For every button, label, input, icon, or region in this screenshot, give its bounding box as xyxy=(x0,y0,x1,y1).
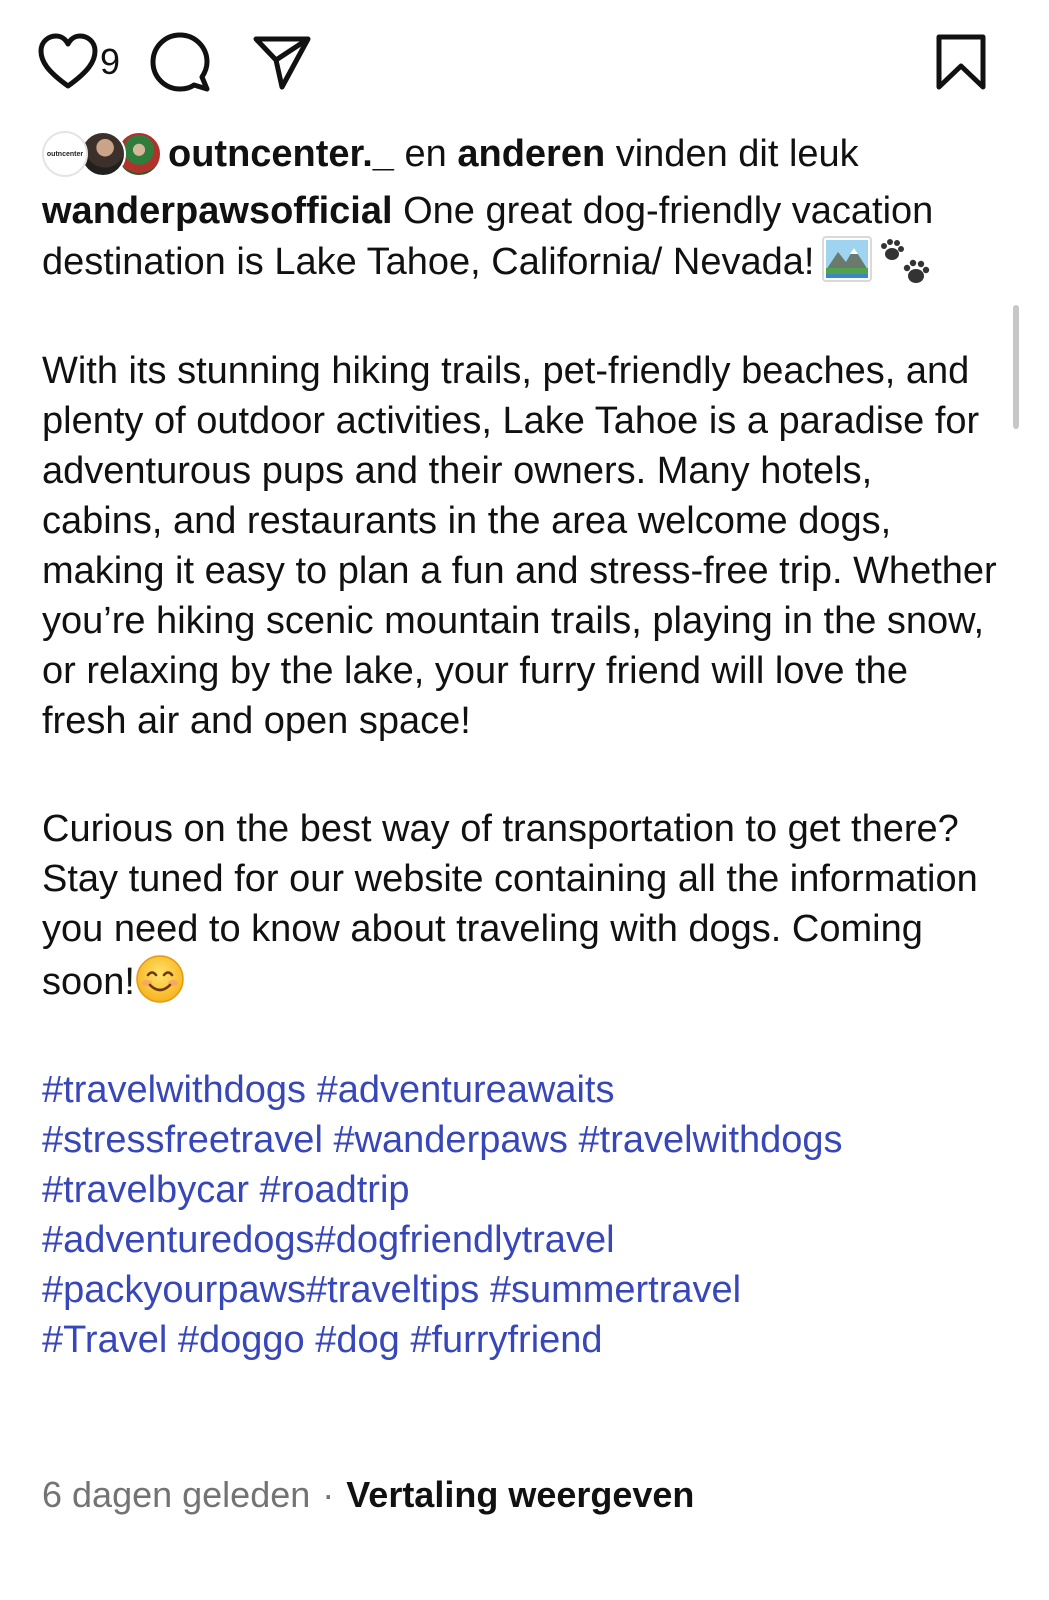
hashtag-link[interactable]: #roadtrip xyxy=(260,1169,410,1211)
post-footer: 6 dagen geleden · Vertaling weergeven xyxy=(42,1470,694,1520)
hashtag-link[interactable]: #traveltips xyxy=(306,1269,479,1311)
caption-paragraph-1: With its stunning hiking trails, pet-fri… xyxy=(42,350,997,742)
liked-by-line[interactable]: outncenter outncenter._ en anderen vinde… xyxy=(42,124,1009,184)
hashtag-link[interactable]: #packyourpaws xyxy=(42,1269,306,1311)
likes-connector: en xyxy=(393,132,458,175)
post-details: 9 outncenter outncenter._ en anderen vin… xyxy=(0,0,1049,1600)
hashtag-line: #travelbycar #roadtrip xyxy=(42,1165,1002,1215)
hashtag-link[interactable]: #travelbycar xyxy=(42,1169,249,1211)
post-action-bar: 9 xyxy=(36,30,989,94)
hashtag-link[interactable]: #adventureawaits xyxy=(317,1069,615,1111)
hashtag-link[interactable]: #wanderpaws xyxy=(333,1119,567,1161)
hashtag-link[interactable]: #furryfriend xyxy=(410,1319,602,1361)
mountain-emoji xyxy=(822,236,873,282)
caption-intro-paragraph: wanderpawsofficial One great dog-friendl… xyxy=(42,186,1002,288)
liker-avatars[interactable]: outncenter xyxy=(42,129,162,179)
hashtag-link[interactable]: #travelwithdogs xyxy=(42,1069,306,1111)
heart-icon[interactable] xyxy=(36,30,100,94)
hashtag-line: #travelwithdogs #adventureawaits xyxy=(42,1065,1002,1115)
hashtag-line: #Travel #doggo #dog #furryfriend xyxy=(42,1315,1002,1365)
liker-username[interactable]: outncenter._ xyxy=(168,133,394,176)
paw-prints-emoji xyxy=(881,239,930,283)
avatar: outncenter xyxy=(42,131,88,177)
hashtag-link[interactable]: #summertravel xyxy=(490,1269,741,1311)
caption-username[interactable]: wanderpawsofficial xyxy=(42,190,393,232)
hashtag-link[interactable]: #stressfreetravel xyxy=(42,1119,323,1161)
hashtag-link[interactable]: #travelwithdogs xyxy=(579,1119,843,1161)
bookmark-icon[interactable] xyxy=(933,30,989,94)
show-translation-button[interactable]: Vertaling weergeven xyxy=(346,1474,694,1515)
post-caption: wanderpawsofficial One great dog-friendl… xyxy=(42,186,1002,1365)
separator-dot: · xyxy=(322,1474,335,1515)
scrollbar[interactable] xyxy=(1013,305,1019,429)
share-icon[interactable] xyxy=(250,30,314,94)
likes-others-link[interactable]: anderen xyxy=(457,133,605,176)
hashtag-link[interactable]: #adventuredogs xyxy=(42,1219,315,1261)
post-timestamp: 6 dagen geleden xyxy=(42,1474,311,1515)
likes-suffix: vinden dit leuk xyxy=(605,132,859,175)
hashtag-link[interactable]: #Travel xyxy=(42,1319,167,1361)
hashtag-link[interactable]: #doggo xyxy=(178,1319,305,1361)
smiling-face-emoji xyxy=(136,955,184,1003)
hashtag-link[interactable]: #dogfriendlytravel xyxy=(315,1219,615,1261)
hashtag-line: #packyourpaws#traveltips #summertravel xyxy=(42,1265,1002,1315)
hashtag-link[interactable]: #dog xyxy=(315,1319,400,1361)
caption-paragraph-2-wrapper: Curious on the best way of transportatio… xyxy=(42,804,1002,1007)
avatar-logo-text: outncenter xyxy=(46,150,84,158)
like-count[interactable]: 9 xyxy=(100,44,120,80)
hashtag-line: #adventuredogs#dogfriendlytravel xyxy=(42,1215,1002,1265)
hashtag-line: #stressfreetravel #wanderpaws #travelwit… xyxy=(42,1115,1002,1165)
comment-icon[interactable] xyxy=(148,30,212,94)
hashtag-block: #travelwithdogs #adventureawaits #stress… xyxy=(42,1065,1002,1365)
